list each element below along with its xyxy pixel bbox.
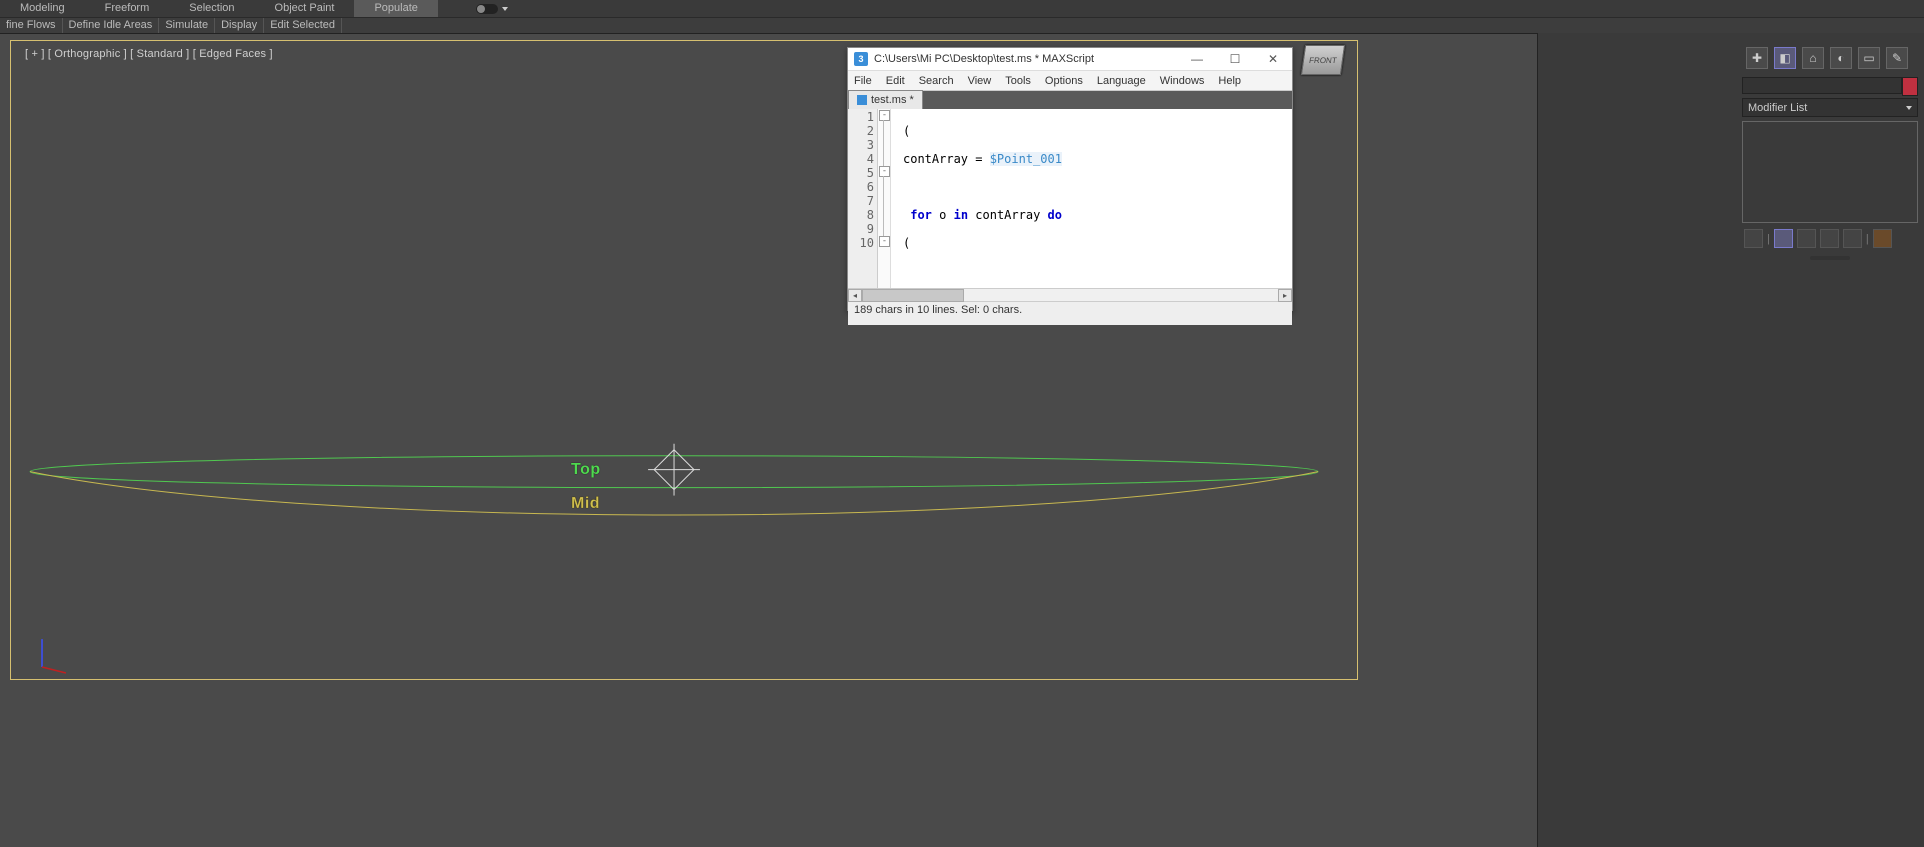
fold-box-icon[interactable]: -	[879, 110, 890, 121]
menu-search[interactable]: Search	[919, 75, 954, 87]
maxscript-titlebar[interactable]: 3 C:\Users\Mi PC\Desktop\test.ms * MAXSc…	[848, 48, 1292, 71]
sub-display[interactable]: Display	[215, 18, 264, 33]
scroll-left-icon[interactable]: ◂	[848, 289, 862, 302]
ribbon-tab-freeform[interactable]: Freeform	[85, 0, 170, 17]
ribbon-toggle[interactable]	[456, 4, 508, 14]
ribbon-tab-objectpaint[interactable]: Object Paint	[255, 0, 355, 17]
create-tab-icon[interactable]: ✚	[1746, 47, 1768, 69]
fold-line	[883, 120, 884, 166]
fold-box-icon[interactable]: -	[879, 166, 890, 177]
hierarchy-tab-icon[interactable]: ⌂	[1802, 47, 1824, 69]
ribbon-tab-modeling[interactable]: Modeling	[0, 0, 85, 17]
scrollbar-thumb[interactable]	[862, 289, 964, 302]
ribbon-tabs: Modeling Freeform Selection Object Paint…	[0, 0, 1924, 18]
code-area[interactable]: ( contArray = $Point_001 for o in contAr…	[891, 109, 1292, 288]
show-end-result-icon[interactable]	[1774, 229, 1793, 248]
maxscript-statusbar: 189 chars in 10 lines. Sel: 0 chars.	[848, 301, 1292, 325]
modifier-stack[interactable]	[1742, 121, 1918, 223]
scroll-right-icon[interactable]: ▸	[1278, 289, 1292, 302]
maxscript-title: C:\Users\Mi PC\Desktop\test.ms * MAXScri…	[874, 53, 1094, 65]
object-name-row	[1742, 77, 1918, 94]
maxscript-editor-body: 1 2 3 4 5 6 7 8 9 10 - - -	[848, 109, 1292, 288]
display-tab-icon[interactable]: ▭	[1858, 47, 1880, 69]
menu-file[interactable]: File	[854, 75, 872, 87]
object-label-top: Top	[571, 461, 601, 479]
modifier-stack-toolbar: | |	[1742, 227, 1918, 250]
chevron-down-icon	[1906, 106, 1912, 110]
viewport[interactable]: [ + ] [ Orthographic ] [ Standard ] [ Ed…	[10, 40, 1358, 680]
object-label-mid: Mid	[571, 495, 600, 513]
maxscript-app-icon: 3	[854, 52, 868, 66]
sub-simulate[interactable]: Simulate	[159, 18, 215, 33]
modify-tab-icon[interactable]: ◧	[1774, 47, 1796, 69]
line-number-gutter: 1 2 3 4 5 6 7 8 9 10	[848, 109, 878, 288]
fold-line	[883, 176, 884, 236]
close-icon: ✕	[1268, 52, 1278, 66]
object-name-input[interactable]	[1742, 77, 1902, 94]
chevron-down-icon	[502, 7, 508, 11]
script-file-icon	[857, 95, 867, 105]
fold-gutter[interactable]: - - -	[878, 109, 891, 288]
toolbar-divider: |	[1866, 233, 1869, 245]
modifier-sets-icon[interactable]	[1873, 229, 1892, 248]
object-color-swatch[interactable]	[1902, 77, 1918, 96]
motion-tab-icon[interactable]: ◐	[1830, 47, 1852, 69]
toolbar-divider: |	[1767, 233, 1770, 245]
toggle-icon	[476, 4, 498, 14]
maxscript-menubar: File Edit Search View Tools Options Lang…	[848, 71, 1292, 91]
maximize-button[interactable]: ☐	[1216, 48, 1254, 70]
configure-sets-icon[interactable]	[1843, 229, 1862, 248]
modifier-list-label: Modifier List	[1748, 102, 1807, 114]
pin-stack-icon[interactable]	[1744, 229, 1763, 248]
make-unique-icon[interactable]	[1797, 229, 1816, 248]
ribbon-tab-populate[interactable]: Populate	[354, 0, 437, 17]
subribbon: fine Flows Define Idle Areas Simulate Di…	[0, 18, 1924, 34]
minimize-button[interactable]: —	[1178, 48, 1216, 70]
menu-view[interactable]: View	[968, 75, 992, 87]
menu-windows[interactable]: Windows	[1160, 75, 1205, 87]
command-panel: ✚ ◧ ⌂ ◐ ▭ ✎ Modifier List | |	[1742, 43, 1918, 266]
menu-language[interactable]: Language	[1097, 75, 1146, 87]
maximize-icon: ☐	[1230, 52, 1241, 66]
menu-help[interactable]: Help	[1218, 75, 1241, 87]
sub-editselected[interactable]: Edit Selected	[264, 18, 342, 33]
horizontal-scrollbar[interactable]: ◂ ▸	[848, 288, 1292, 301]
close-button[interactable]: ✕	[1254, 48, 1292, 70]
ribbon-tab-selection[interactable]: Selection	[169, 0, 254, 17]
maxscript-file-tab[interactable]: test.ms *	[848, 90, 923, 109]
sub-defineidle[interactable]: Define Idle Areas	[63, 18, 160, 33]
fold-end-icon: -	[879, 236, 890, 247]
axis-gizmo-icon	[42, 639, 66, 673]
viewcube[interactable]: FRONT	[1301, 45, 1345, 75]
maxscript-tabbar: test.ms *	[848, 91, 1292, 109]
menu-edit[interactable]: Edit	[886, 75, 905, 87]
command-panel-tabs: ✚ ◧ ⌂ ◐ ▭ ✎	[1742, 43, 1918, 73]
maxscript-window[interactable]: 3 C:\Users\Mi PC\Desktop\test.ms * MAXSc…	[847, 47, 1293, 311]
sub-fineflows[interactable]: fine Flows	[0, 18, 63, 33]
utilities-tab-icon[interactable]: ✎	[1886, 47, 1908, 69]
modifier-list-dropdown[interactable]: Modifier List	[1742, 98, 1918, 117]
remove-modifier-icon[interactable]	[1820, 229, 1839, 248]
menu-tools[interactable]: Tools	[1005, 75, 1031, 87]
menu-options[interactable]: Options	[1045, 75, 1083, 87]
panel-resize-grip[interactable]	[1810, 256, 1850, 260]
minimize-icon: —	[1191, 52, 1203, 66]
maxscript-tab-label: test.ms *	[871, 94, 914, 106]
